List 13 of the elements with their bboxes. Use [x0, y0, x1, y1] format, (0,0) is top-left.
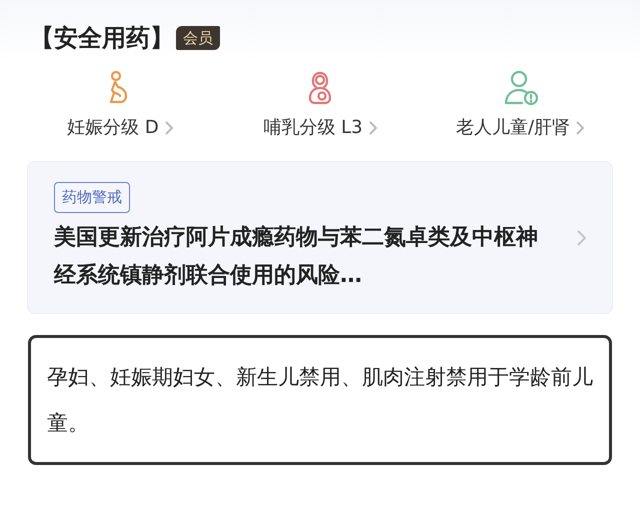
alert-card[interactable]: 药物警戒 美国更新治疗阿片成瘾药物与苯二氮卓类及中枢神经系统镇静剂联合使用的风险…: [27, 161, 613, 314]
member-badge: 会员: [176, 26, 220, 50]
chevron-icon: [164, 120, 173, 134]
alert-tag: 药物警戒: [54, 182, 130, 212]
category-link[interactable]: 妊娠分级 D: [67, 114, 173, 141]
chevron-icon: [577, 230, 586, 246]
category-link[interactable]: 哺乳分级 L3: [263, 114, 377, 141]
category-link[interactable]: 老人儿童/肝肾: [456, 114, 584, 141]
alert-headline: 美国更新治疗阿片成瘾药物与苯二氮卓类及中枢神经系统镇静剂联合使用的风险…: [54, 224, 539, 290]
section-title: 【安全用药】: [30, 23, 174, 54]
chevron-icon: [368, 120, 377, 134]
note-text: 孕妇、妊娠期妇女、新生儿禁用、肌肉注射禁用于学龄前儿童。: [28, 334, 612, 464]
chevron-icon: [576, 120, 584, 134]
